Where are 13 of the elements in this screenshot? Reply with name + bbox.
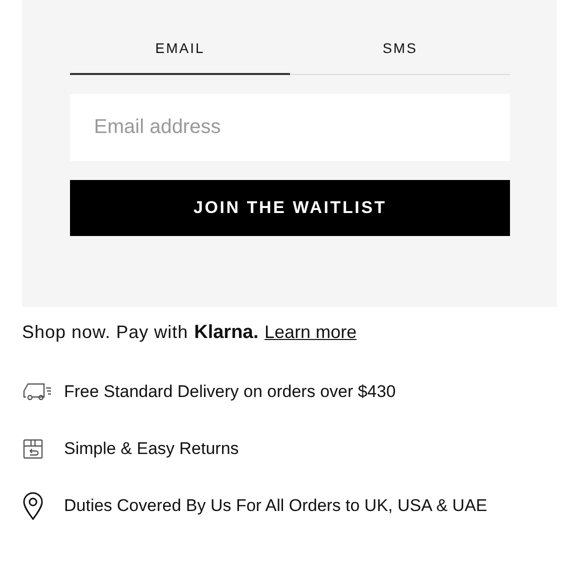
feature-text: Duties Covered By Us For All Orders to UK, USA & UAE	[64, 496, 488, 516]
tab[interactable]: EMAIL	[70, 30, 290, 75]
tab[interactable]: SMS	[290, 30, 510, 75]
join-waitlist-button[interactable]: JOIN THE WAITLIST	[70, 180, 510, 236]
payment-text: Shop now. Pay with	[22, 322, 188, 343]
feature-text: Free Standard Delivery on orders over $430	[64, 382, 396, 402]
truck-icon	[22, 382, 52, 402]
learn-more-link[interactable]: Learn more	[264, 322, 357, 343]
feature-text: Simple & Easy Returns	[64, 439, 239, 459]
email-field[interactable]: Email address	[70, 94, 510, 161]
return-box-icon	[22, 438, 44, 460]
location-pin-icon	[22, 492, 44, 520]
brand-logo: Klarna.	[194, 322, 259, 344]
